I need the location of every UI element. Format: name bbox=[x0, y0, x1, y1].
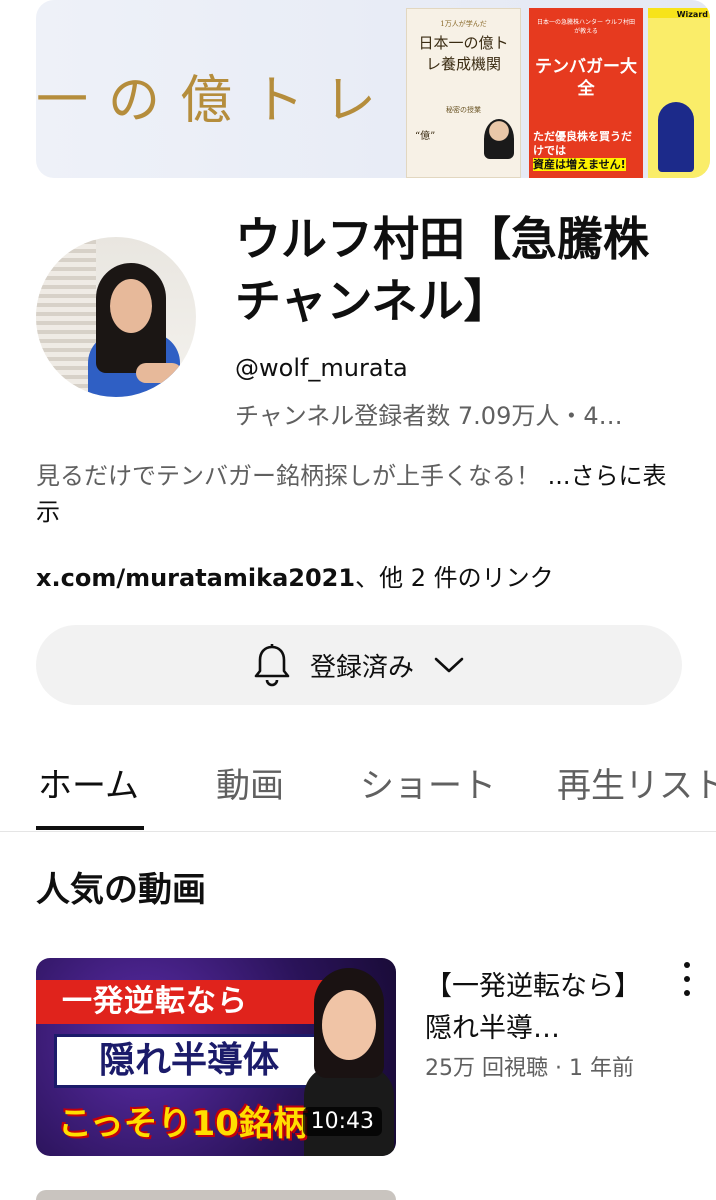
channel-tabs: ホーム 動画 ショート 再生リスト bbox=[0, 740, 716, 832]
book2-tagline-pre: ただ優良株を買うだけでは bbox=[533, 130, 632, 157]
book3-label: Wizard bbox=[676, 10, 708, 19]
subscribed-label: 登録済み bbox=[309, 652, 414, 683]
kebab-dot bbox=[684, 990, 690, 996]
book1-title: 日本一の億トレ養成機関 bbox=[418, 34, 509, 73]
video-title[interactable]: 【一発逆転なら】隠れ半導… bbox=[425, 966, 665, 1050]
avatar-arm bbox=[136, 363, 182, 383]
channel-avatar[interactable] bbox=[36, 237, 196, 397]
video-thumbnail[interactable]: 一発逆転なら 隠れ半導体 こっそり10銘柄 10:43 bbox=[36, 958, 396, 1156]
channel-name: ウルフ村田【急騰株チャンネル】 bbox=[235, 212, 649, 328]
book1-subtitle: 秘密の授業 bbox=[446, 106, 481, 114]
tab-home[interactable]: ホーム bbox=[38, 758, 139, 807]
book1-kicker: 1万人が学んだ bbox=[440, 20, 487, 28]
thumbnail-text-line1: 一発逆転なら bbox=[36, 980, 336, 1024]
channel-description[interactable]: 見るだけでテンバガー銘柄探しが上手くなる！ ...さらに表示 bbox=[36, 458, 676, 530]
thumbnail-person-face bbox=[322, 990, 376, 1060]
banner-book-2: 日本一の急騰株ハンター ウルフ村田が教える テンバガー大全 ただ優良株を買うだけ… bbox=[529, 8, 643, 178]
description-text: 見るだけでテンバガー銘柄探しが上手くなる！ bbox=[36, 462, 540, 490]
channel-handle: @wolf_murata bbox=[235, 354, 408, 382]
book2-tagline: ただ優良株を買うだけでは 資産は増えません! bbox=[533, 130, 639, 172]
banner-book-1: 1万人が学んだ 日本一の億トレ養成機関 秘密の授業 “億” bbox=[406, 8, 521, 178]
channel-link-url[interactable]: x.com/muratamika2021 bbox=[36, 564, 355, 592]
video-duration-badge: 10:43 bbox=[302, 1107, 382, 1136]
channel-banner: 一の億トレ 1万人が学んだ 日本一の億トレ養成機関 秘密の授業 “億” 日本一の… bbox=[36, 0, 710, 178]
banner-book-3: Wizard bbox=[648, 8, 710, 178]
next-video-thumbnail[interactable] bbox=[36, 1190, 396, 1200]
video-meta: 25万 回視聴 · 1 年前 bbox=[425, 1056, 634, 1081]
book2-tagline-highlight: 資産は増えません! bbox=[533, 158, 626, 171]
channel-links[interactable]: x.com/muratamika2021、他 2 件のリンク bbox=[36, 558, 554, 593]
tab-videos[interactable]: 動画 bbox=[216, 758, 284, 807]
book3-person bbox=[658, 102, 694, 172]
book1-author-photo bbox=[484, 119, 514, 159]
subscribed-button[interactable]: 登録済み bbox=[36, 625, 682, 705]
tab-shorts[interactable]: ショート bbox=[360, 758, 496, 807]
book2-title: テンバガー大全 bbox=[535, 57, 637, 99]
chevron-down-icon bbox=[432, 655, 466, 675]
book1-tag: “億” bbox=[415, 131, 436, 142]
thumbnail-text-line2: 隠れ半導体 bbox=[54, 1034, 324, 1088]
channel-link-more[interactable]: 、他 2 件のリンク bbox=[355, 564, 554, 592]
avatar-face bbox=[110, 279, 152, 333]
avatar-background-blind bbox=[36, 237, 96, 397]
book2-top-text: 日本一の急騰株ハンター ウルフ村田が教える bbox=[537, 19, 635, 35]
more-options-icon[interactable] bbox=[676, 962, 698, 996]
bell-icon bbox=[252, 643, 292, 687]
tab-playlists[interactable]: 再生リスト bbox=[557, 758, 716, 807]
kebab-dot bbox=[684, 962, 690, 968]
section-title: 人気の動画 bbox=[36, 870, 206, 910]
banner-title: 一の億トレ bbox=[36, 71, 397, 131]
kebab-dot bbox=[684, 976, 690, 982]
active-tab-indicator bbox=[36, 826, 144, 830]
channel-stats: チャンネル登録者数 7.09万人・4… bbox=[235, 402, 623, 430]
thumbnail-text-line3: こっそり10銘柄 bbox=[58, 1104, 307, 1144]
